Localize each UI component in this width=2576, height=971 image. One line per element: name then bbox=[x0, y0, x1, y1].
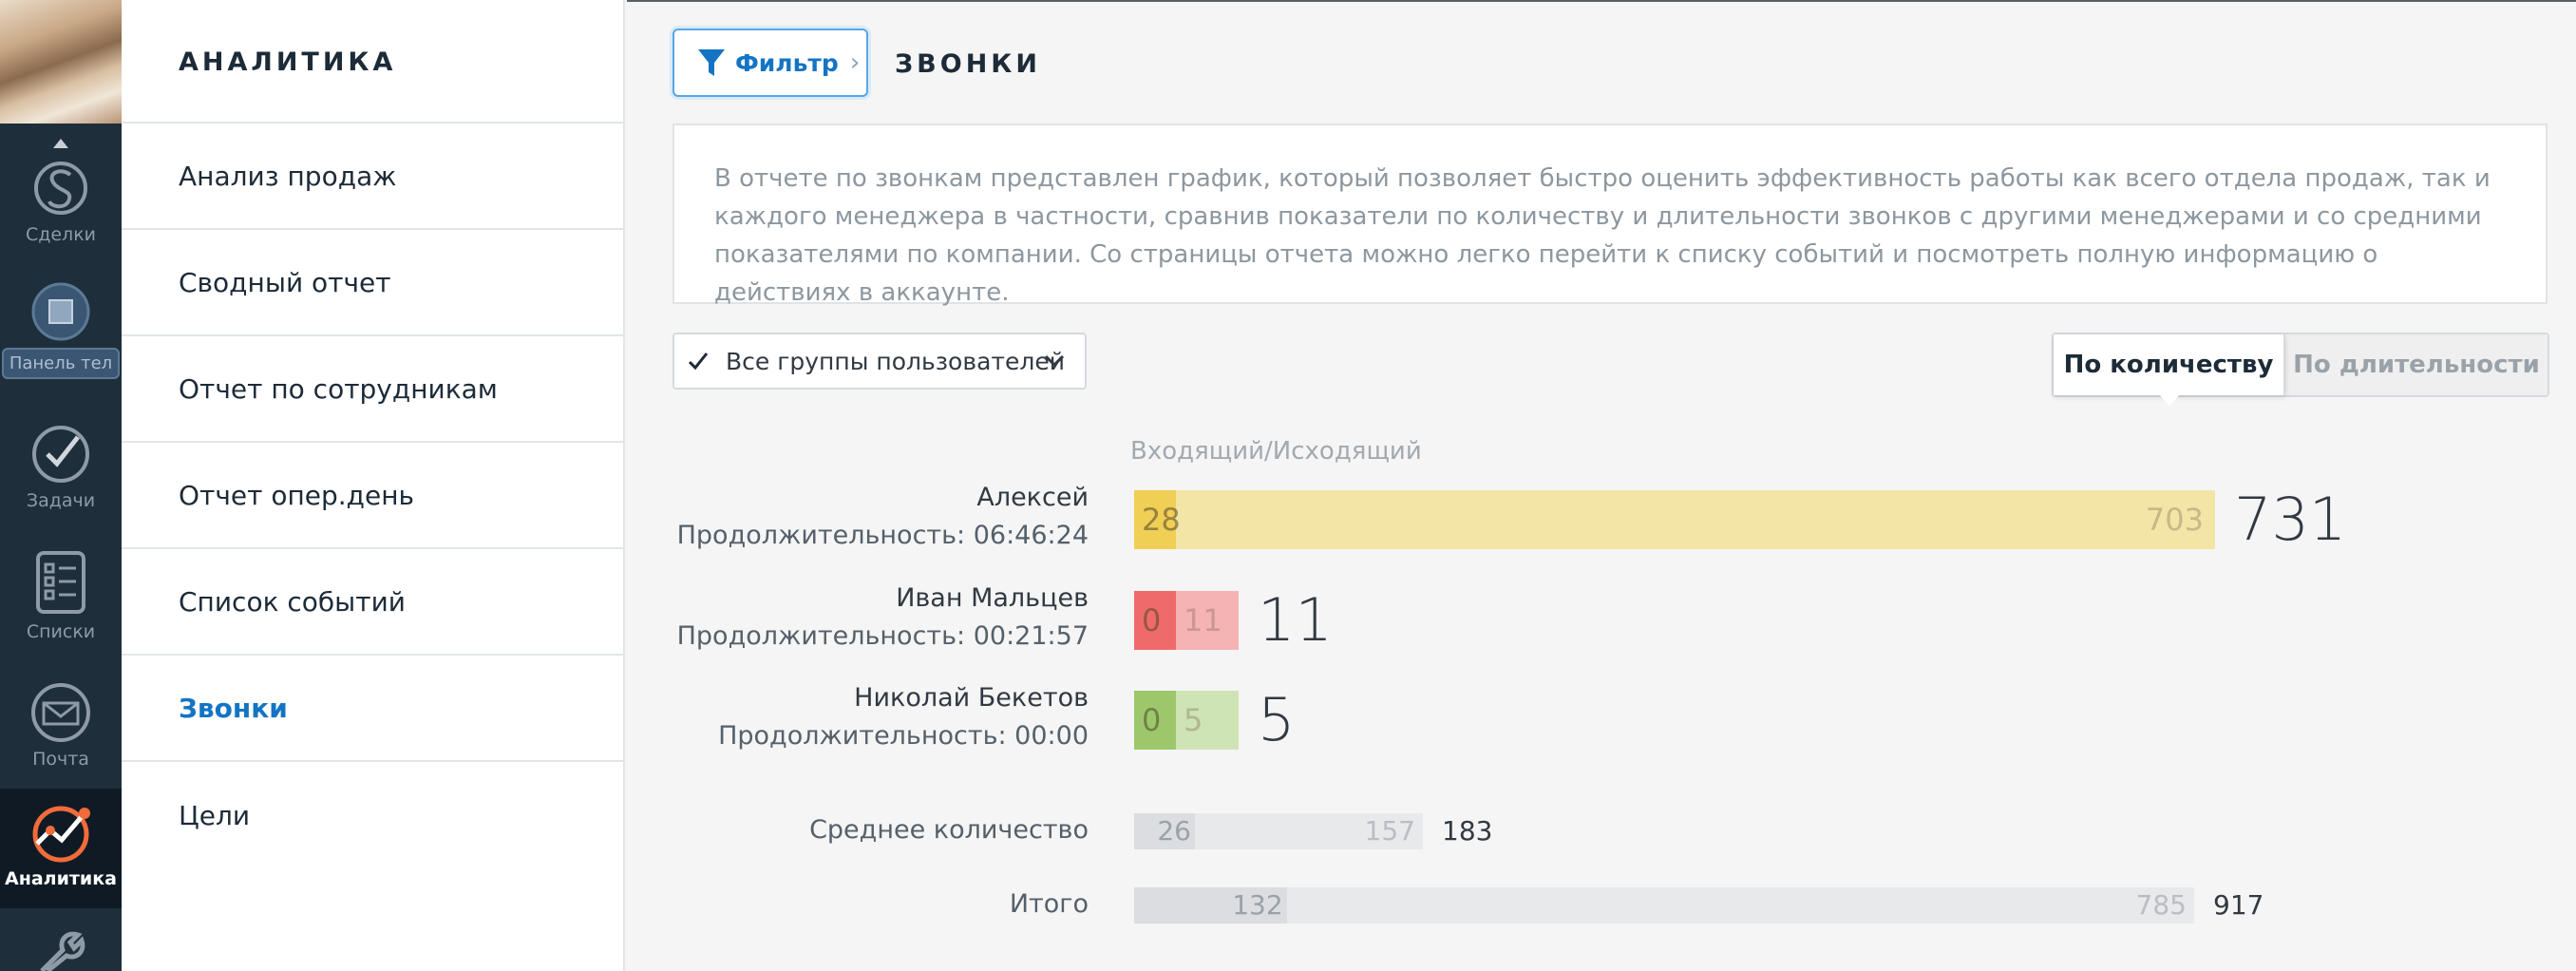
user-group-label: Все группы пользователей bbox=[726, 347, 1065, 375]
manager-name[interactable]: Николай Бекетов bbox=[854, 683, 1089, 713]
main-content: Фильтр › ЗВОНКИ В отчете по звонкам пред… bbox=[627, 0, 2576, 971]
incoming-value: 132 bbox=[1232, 889, 1283, 921]
outgoing-value: 785 bbox=[2135, 889, 2187, 921]
manager-name[interactable]: Алексей bbox=[976, 483, 1089, 512]
deals-icon bbox=[34, 162, 87, 215]
settings-wrench-icon[interactable] bbox=[34, 929, 91, 971]
menu-item-sales-analysis[interactable]: Анализ продаж bbox=[122, 124, 623, 230]
report-description: В отчете по звонкам представлен график, … bbox=[672, 124, 2548, 307]
outgoing-value: 703 bbox=[2145, 502, 2204, 538]
total-value: 11 bbox=[1258, 585, 1333, 655]
menu-item-label: Список событий bbox=[179, 585, 406, 618]
menu-item-label: Отчет по сотрудникам bbox=[179, 372, 498, 405]
filter-button[interactable]: Фильтр › bbox=[672, 29, 868, 97]
menu-item-calls[interactable]: Звонки bbox=[122, 656, 623, 762]
filter-label: Фильтр bbox=[735, 48, 839, 77]
tasks-icon bbox=[32, 426, 89, 483]
manager-name[interactable]: Иван Мальцев bbox=[896, 583, 1089, 613]
total-value: 5 bbox=[1258, 685, 1296, 754]
menu-item-opday-report[interactable]: Отчет опер.день bbox=[122, 443, 623, 549]
mail-icon bbox=[31, 683, 90, 742]
left-nav-rail: Сделки Панель тел Задачи Списки Почта Ан… bbox=[0, 0, 122, 971]
outgoing-segment bbox=[1176, 490, 2215, 549]
rail-item-lists[interactable]: Списки bbox=[0, 547, 122, 642]
total-value: 731 bbox=[2234, 485, 2347, 554]
manager-bar[interactable]: 05 bbox=[1134, 691, 1239, 750]
rail-label-analytics: Аналитика bbox=[5, 868, 117, 889]
call-duration: Продолжительность: 00:00 bbox=[718, 721, 1089, 751]
summary-total: 183 bbox=[1442, 815, 1493, 847]
outgoing-segment bbox=[1286, 887, 2194, 923]
toggle-by-count[interactable]: По количеству bbox=[2054, 334, 2285, 407]
menu-item-label: Звонки bbox=[179, 692, 288, 724]
call-duration: Продолжительность: 06:46:24 bbox=[676, 521, 1089, 550]
page-title: ЗВОНКИ bbox=[895, 49, 1041, 79]
menu-item-label: Анализ продаж bbox=[179, 160, 397, 192]
summary-bar: 26 157 bbox=[1134, 813, 1423, 849]
checkbox-checked-icon[interactable] bbox=[688, 351, 709, 371]
chevron-right-icon: › bbox=[849, 48, 861, 77]
rail-item-tasks[interactable]: Задачи bbox=[0, 424, 122, 511]
user-group-select[interactable]: Все группы пользователей bbox=[672, 333, 1087, 390]
chart-legend: Входящий/Исходящий bbox=[1130, 437, 1422, 466]
manager-bar[interactable]: 28 703 bbox=[1134, 490, 2215, 549]
analytics-icon bbox=[32, 806, 90, 863]
toggle-by-duration[interactable]: По длительности bbox=[2285, 334, 2548, 395]
rail-label-lists: Списки bbox=[26, 621, 96, 642]
rail-item-phone-panel[interactable]: Панель тел bbox=[0, 281, 122, 379]
rail-label-mail: Почта bbox=[32, 749, 89, 770]
call-duration: Продолжительность: 00:21:57 bbox=[676, 621, 1089, 651]
scroll-up-icon[interactable] bbox=[53, 139, 68, 148]
rail-label-tasks: Задачи bbox=[26, 490, 96, 511]
menu-item-event-list[interactable]: Список событий bbox=[122, 549, 623, 656]
rail-label-deals: Сделки bbox=[25, 224, 97, 245]
incoming-value: 0 bbox=[1142, 602, 1162, 638]
incoming-value: 28 bbox=[1142, 502, 1181, 538]
user-avatar[interactable] bbox=[0, 0, 122, 124]
funnel-icon bbox=[698, 49, 725, 76]
menu-item-employee-report[interactable]: Отчет по сотрудникам bbox=[122, 336, 623, 443]
menu-item-label: Сводный отчет bbox=[179, 266, 391, 298]
phone-panel-icon bbox=[31, 282, 90, 341]
menu-item-label: Цели bbox=[179, 799, 251, 831]
rail-item-mail[interactable]: Почта bbox=[0, 682, 122, 770]
menu-title: АНАЛИТИКА bbox=[122, 0, 623, 124]
summary-label: Среднее количество bbox=[809, 815, 1089, 845]
incoming-value: 0 bbox=[1142, 702, 1162, 738]
outgoing-value: 11 bbox=[1184, 602, 1222, 638]
chevron-down-icon bbox=[1044, 354, 1065, 368]
rail-item-analytics[interactable]: Аналитика bbox=[0, 789, 122, 908]
manager-bar[interactable]: 0 11 bbox=[1134, 591, 1239, 650]
outgoing-value: 5 bbox=[1184, 702, 1203, 738]
summary-bar: 132 785 bbox=[1134, 887, 2194, 923]
rail-item-deals[interactable]: Сделки bbox=[0, 154, 122, 245]
lists-icon bbox=[36, 551, 85, 614]
incoming-value: 26 bbox=[1157, 815, 1191, 847]
menu-item-goals[interactable]: Цели bbox=[122, 762, 623, 868]
rail-label-phone-panel: Панель тел bbox=[1, 348, 121, 379]
menu-item-summary-report[interactable]: Сводный отчет bbox=[122, 230, 623, 336]
summary-label: Итого bbox=[1009, 889, 1089, 919]
summary-total: 917 bbox=[2213, 889, 2264, 921]
analytics-menu: АНАЛИТИКА Анализ продаж Сводный отчет От… bbox=[122, 0, 625, 971]
metric-toggle: По количеству По длительности bbox=[2052, 333, 2549, 407]
outgoing-value: 157 bbox=[1364, 815, 1415, 847]
menu-item-label: Отчет опер.день bbox=[179, 479, 415, 511]
